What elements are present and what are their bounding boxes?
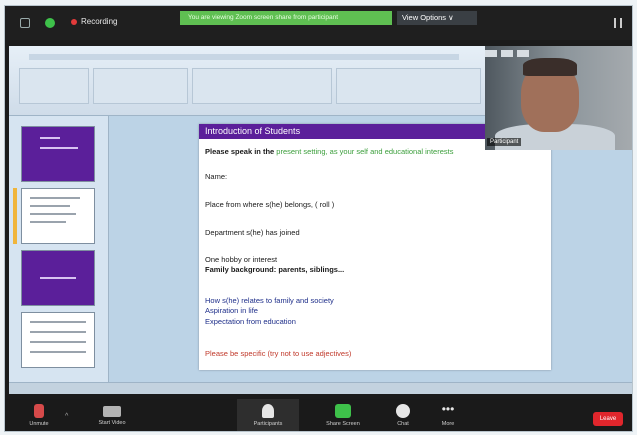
- audio-options-caret[interactable]: ^: [65, 413, 68, 420]
- start-video-button[interactable]: Start Video: [92, 402, 132, 431]
- slide-thumbnails-panel: [9, 116, 109, 386]
- ribbon-group: [19, 68, 89, 104]
- share-screen-button[interactable]: Share Screen: [323, 402, 363, 431]
- powerpoint-status-bar: [9, 382, 632, 394]
- recording-indicator[interactable]: Recording: [71, 17, 117, 26]
- participants-button[interactable]: Participants: [248, 402, 288, 431]
- gallery-view-icon[interactable]: [501, 50, 513, 57]
- slide-line-department: Department s(he) has joined: [205, 228, 300, 237]
- slide-line-family: Family background: parents, siblings...: [205, 265, 345, 274]
- participant-video[interactable]: Participant: [485, 46, 632, 150]
- recording-dot-icon: [71, 18, 77, 25]
- slide-thumbnail[interactable]: [21, 188, 95, 244]
- encryption-shield-icon[interactable]: [20, 18, 30, 28]
- slide-thumbnail[interactable]: [21, 250, 95, 306]
- current-slide: Introduction of Students Please speak in…: [199, 124, 551, 370]
- video-window-controls: [485, 50, 529, 57]
- meeting-toolbar: Unmute ^ Start Video Participants Share …: [5, 399, 632, 431]
- screen-share-banner: You are viewing Zoom screen share from p…: [180, 11, 392, 25]
- slide-line-hobby: One hobby or interest: [205, 255, 278, 264]
- slide-line-intro: Please speak in the present setting, as …: [205, 147, 454, 156]
- microphone-muted-icon: [34, 404, 44, 418]
- top-bar: Recording You are viewing Zoom screen sh…: [5, 6, 632, 40]
- slide-line-name: Name:: [205, 172, 228, 181]
- minimize-video-icon[interactable]: [485, 50, 497, 57]
- more-dots-icon: •••: [441, 402, 455, 416]
- slide-line-expectation: Expectation from education: [205, 317, 296, 326]
- slide-thumbnail[interactable]: [21, 126, 95, 182]
- ribbon-group: [93, 68, 188, 104]
- ribbon-group: [192, 68, 332, 104]
- zoom-meeting-window: Recording You are viewing Zoom screen sh…: [4, 5, 633, 432]
- chat-bubble-icon: [396, 404, 410, 418]
- participant-name-tag: Participant: [487, 138, 522, 146]
- slide-line-relates: How s(he) relates to family and society: [205, 296, 334, 305]
- recording-label: Recording: [81, 17, 118, 26]
- slide-line-place: Place from where s(he) belongs, ( roll ): [205, 200, 335, 209]
- slide-thumbnail[interactable]: [21, 312, 95, 368]
- fullscreen-icon[interactable]: [614, 18, 622, 28]
- ribbon-group: [336, 68, 481, 104]
- chat-button[interactable]: Chat: [383, 402, 423, 431]
- selected-slide-marker: [13, 188, 17, 244]
- share-screen-icon: [335, 404, 351, 418]
- speaker-view-icon[interactable]: [517, 50, 529, 57]
- participants-icon: [262, 404, 274, 418]
- leave-meeting-button[interactable]: Leave: [593, 412, 623, 426]
- slide-line-note: Please be specific (try not to use adjec…: [205, 349, 352, 358]
- ribbon-tabs: [29, 54, 459, 60]
- video-camera-off-icon: [103, 406, 121, 417]
- view-options-button[interactable]: View Options ∨: [397, 11, 477, 25]
- unmute-button[interactable]: Unmute: [19, 402, 59, 431]
- slide-line-aspiration: Aspiration in life: [205, 306, 258, 315]
- connection-status-icon[interactable]: [45, 18, 55, 28]
- more-button[interactable]: ••• More: [428, 402, 468, 431]
